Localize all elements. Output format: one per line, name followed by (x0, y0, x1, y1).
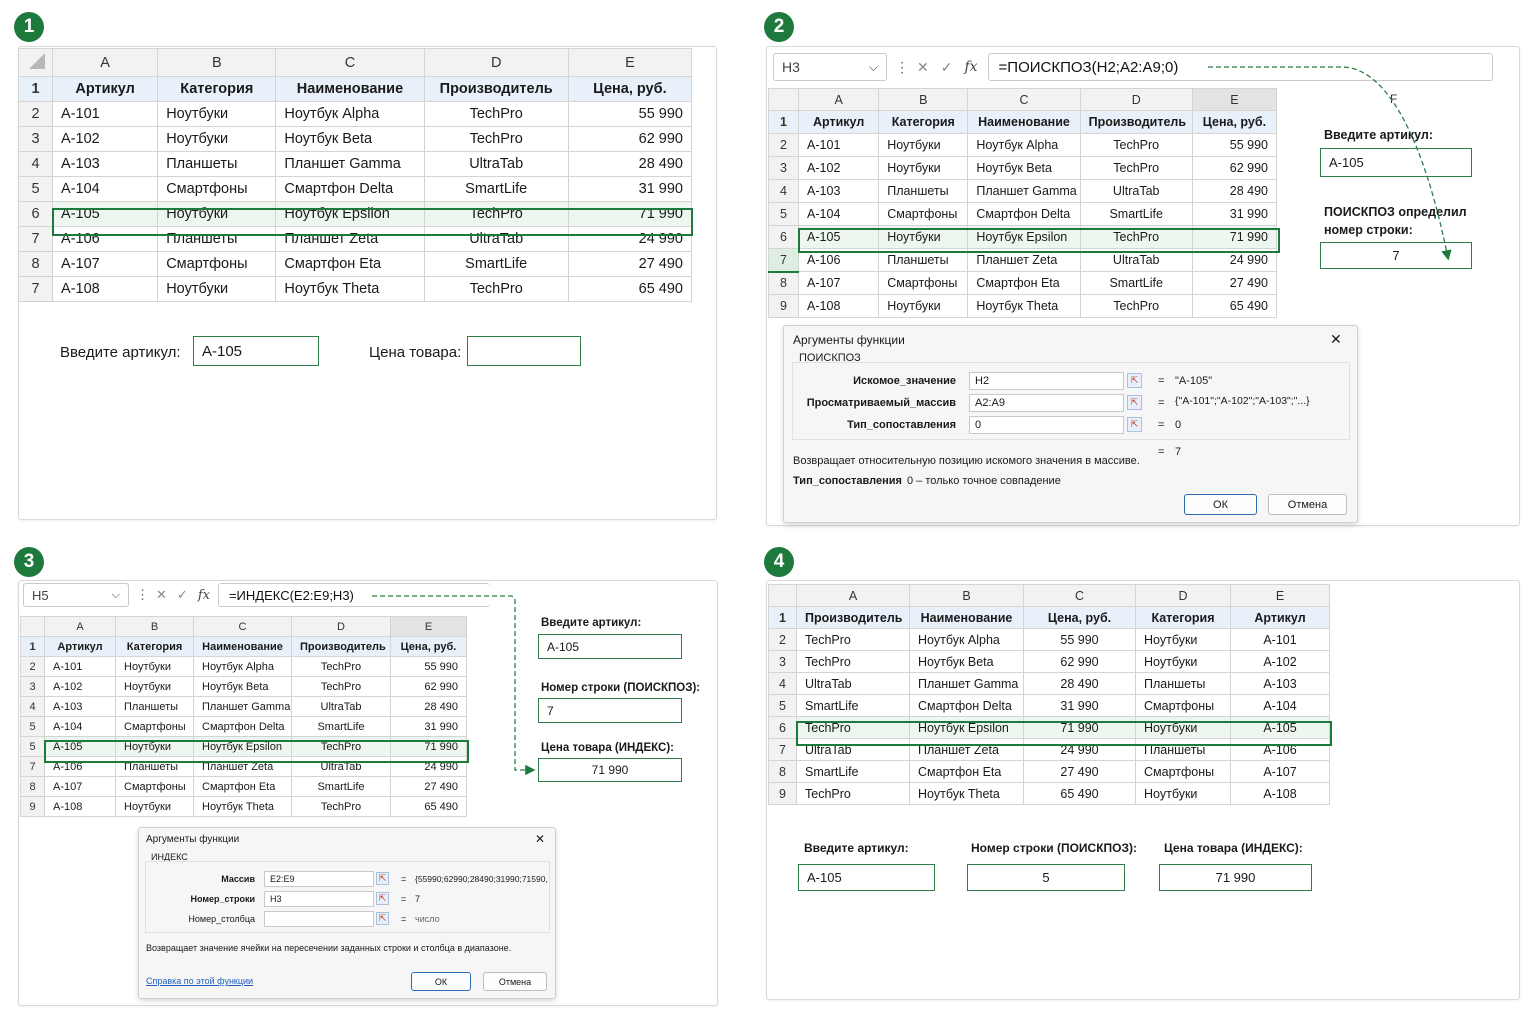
arrow-index-to-price (372, 595, 536, 776)
arrow-overlay (372, 66, 1452, 776)
arrow-formula-to-result (1208, 66, 1452, 261)
